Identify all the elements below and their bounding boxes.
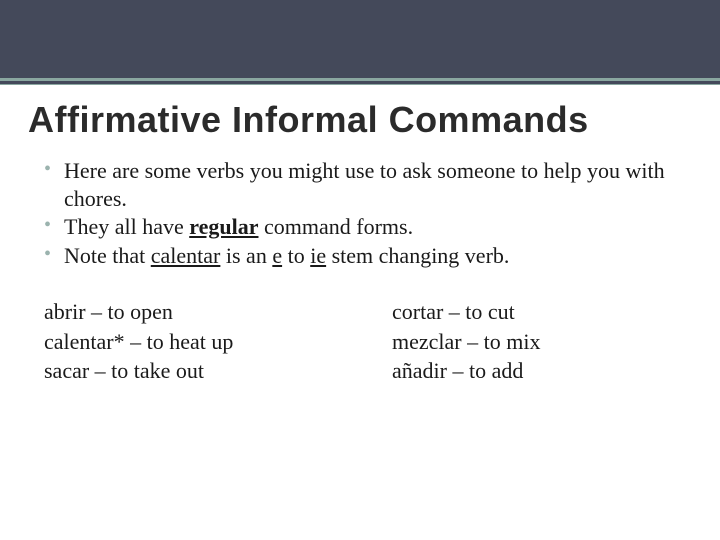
vocab-item: calentar* – to heat up xyxy=(44,327,332,357)
bullet-2-text-c: command forms. xyxy=(258,214,413,239)
vocab-item: sacar – to take out xyxy=(44,356,332,386)
header-rule-thin xyxy=(0,84,720,85)
vocab-col-1: abrir – to open calentar* – to heat up s… xyxy=(44,297,332,386)
bullet-3-text-e: to xyxy=(282,243,310,268)
bullet-1: Here are some verbs you might use to ask… xyxy=(40,157,680,212)
bullet-3-word-calentar: calentar xyxy=(151,243,221,268)
bullet-3-text-c: is an xyxy=(220,243,272,268)
bullet-3-letter-e: e xyxy=(272,243,282,268)
bullet-2: They all have regular command forms. xyxy=(40,213,680,241)
slide-title: Affirmative Informal Commands xyxy=(0,85,720,147)
vocab-item: mezclar – to mix xyxy=(392,327,680,357)
vocab-item: cortar – to cut xyxy=(392,297,680,327)
vocab-columns: abrir – to open calentar* – to heat up s… xyxy=(40,297,680,386)
bullet-3-text-a: Note that xyxy=(64,243,151,268)
bullet-1-text: Here are some verbs you might use to ask… xyxy=(64,158,665,211)
bullet-3-letters-ie: ie xyxy=(310,243,326,268)
vocab-col-2: cortar – to cut mezclar – to mix añadir … xyxy=(392,297,680,386)
bullet-list: Here are some verbs you might use to ask… xyxy=(40,157,680,269)
bullet-3-text-g: stem changing verb. xyxy=(326,243,509,268)
slide-content: Here are some verbs you might use to ask… xyxy=(0,147,720,386)
vocab-item: abrir – to open xyxy=(44,297,332,327)
header-rule-thick xyxy=(0,78,720,81)
header-band xyxy=(0,0,720,85)
bullet-2-emph: regular xyxy=(189,214,258,239)
bullet-3: Note that calentar is an e to ie stem ch… xyxy=(40,242,680,270)
vocab-item: añadir – to add xyxy=(392,356,680,386)
bullet-2-text-a: They all have xyxy=(64,214,189,239)
